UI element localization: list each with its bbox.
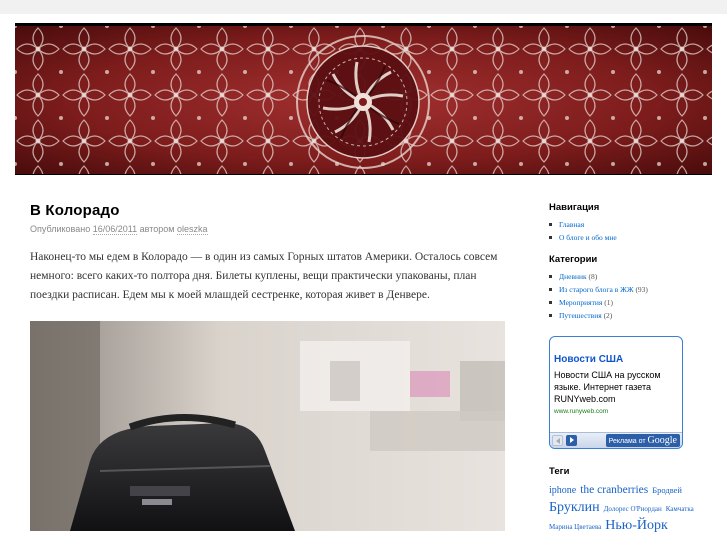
nav-widget: Навигация Главная О блоге и обо мне (549, 202, 689, 244)
sidebar: Навигация Главная О блоге и обо мне Кате… (549, 202, 689, 322)
google-ad-box[interactable]: Новости США Новости США на русском языке… (549, 336, 683, 449)
ad-text[interactable]: Новости США на русском языке. Интернет г… (554, 369, 680, 405)
post-author-link[interactable]: oleszka (176, 224, 208, 235)
ad-next-arrow-icon[interactable] (566, 435, 577, 446)
main-content: В Колорадо Опубликовано 16/06/2011 автор… (30, 202, 505, 531)
category-item[interactable]: Путешествия (2) (549, 309, 689, 322)
tags-widget-title: Теги (549, 466, 570, 477)
nav-link-about[interactable]: О блоге и обо мне (559, 233, 617, 242)
category-link[interactable]: Дневник (559, 272, 587, 281)
nav-item-about[interactable]: О блоге и обо мне (549, 231, 689, 244)
banner-bottom-rule (15, 174, 712, 175)
categories-list: Дневник (8) Из старого блога в ЖЖ (93) М… (549, 270, 689, 322)
ad-url[interactable]: www.runyweb.com (554, 408, 608, 415)
ad-footer: Реклама от Google (550, 432, 682, 448)
category-count: (2) (603, 311, 613, 320)
ads-by-label: Реклама от (608, 438, 646, 445)
post-meta: Опубликовано 16/06/2011 автором oleszka (30, 224, 505, 235)
category-count: (8) (588, 272, 598, 281)
post-meta-prefix: Опубликовано (30, 224, 91, 234)
category-count: (93) (635, 285, 648, 294)
tag-link[interactable]: Бродвей (652, 485, 682, 495)
tag-link[interactable]: Нью-Йорк (605, 518, 668, 533)
category-item[interactable]: Из старого блога в ЖЖ (93) (549, 283, 689, 296)
categories-widget-title: Категории (549, 254, 598, 265)
ornament-pattern (15, 26, 712, 174)
post-date-link[interactable]: 16/06/2011 (92, 224, 138, 235)
category-item[interactable]: Мероприятия (1) (549, 296, 689, 309)
ad-prev-arrow-icon[interactable] (552, 435, 563, 446)
tags-widget: Теги iphone the cranberries Бродвей Брук… (549, 466, 699, 535)
ad-title[interactable]: Новости США (554, 354, 623, 365)
tag-link[interactable]: Марина Цветаева (549, 523, 601, 531)
post-meta-author-prefix: автором (139, 224, 175, 234)
nav-list: Главная О блоге и обо мне (549, 218, 689, 244)
google-logo: Google (647, 435, 677, 446)
nav-link-home[interactable]: Главная (559, 220, 584, 229)
tag-cloud: iphone the cranberries Бродвей Бруклин Д… (549, 481, 699, 535)
post-title[interactable]: В Колорадо (30, 202, 505, 219)
categories-widget: Категории Дневник (8) Из старого блога в… (549, 254, 689, 322)
tag-link[interactable]: Камчатка (666, 505, 694, 513)
post-body: Наконец-то мы едем в Колорадо — в один и… (30, 251, 498, 301)
category-link[interactable]: Путешествия (559, 311, 602, 320)
nav-widget-title: Навигация (549, 202, 600, 213)
category-count: (1) (604, 298, 613, 307)
tag-link[interactable]: the cranberries (580, 484, 648, 496)
header-banner-image[interactable] (15, 26, 712, 174)
tag-link[interactable]: Долорес О'Риордан (604, 505, 662, 513)
nav-item-home[interactable]: Главная (549, 218, 689, 231)
tag-link[interactable]: iphone (549, 485, 576, 496)
post-photo[interactable] (30, 321, 505, 531)
category-link[interactable]: Мероприятия (559, 298, 602, 307)
category-link[interactable]: Из старого блога в ЖЖ (559, 285, 634, 294)
category-item[interactable]: Дневник (8) (549, 270, 689, 283)
tag-link[interactable]: Бруклин (549, 500, 600, 515)
suitcase-photo (30, 321, 505, 531)
ads-by-google-button[interactable]: Реклама от Google (605, 434, 680, 447)
